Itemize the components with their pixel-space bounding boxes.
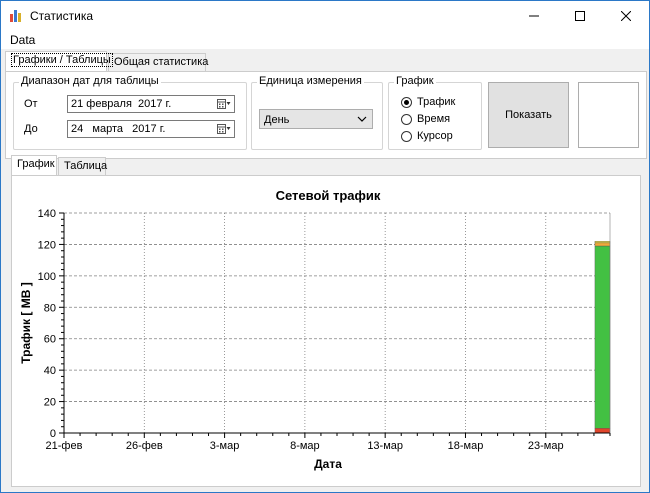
y-tick-label: 120: [38, 239, 56, 251]
tab-general-stats-label: Общая статистика: [114, 56, 209, 68]
x-tick-label: 13-мар: [367, 440, 403, 452]
tab-graph-label: График: [17, 158, 55, 170]
unit-selected-value: День: [264, 114, 290, 126]
y-tick-label: 60: [44, 334, 56, 346]
x-tick-label: 8-мар: [290, 440, 320, 452]
tab-general-stats[interactable]: Общая статистика: [108, 53, 209, 71]
statistics-window: Статистика Data Графики / Таблицы Общая …: [0, 0, 650, 493]
to-date-value: 24 марта 2017 г.: [71, 123, 166, 135]
date-range-group-title: Диапазон дат для таблицы: [19, 75, 161, 87]
calendar-dropdown-icon[interactable]: [217, 98, 231, 110]
window-title: Статистика: [30, 9, 94, 23]
radio-unchecked-icon: [401, 130, 412, 142]
chart-grid: [64, 212, 610, 433]
unit-group-title: Единица измерения: [257, 75, 364, 87]
maximize-button[interactable]: [557, 1, 603, 30]
traffic-chart: Сетевой трафик 0 20 40 60 80 100 120 140 21-фев 2…: [19, 188, 611, 471]
y-tick-label: 40: [44, 365, 56, 377]
unit-group: Единица измерения День: [251, 75, 383, 150]
tab-graph[interactable]: График: [11, 155, 57, 175]
from-date-value: 21 февраля 2017 г.: [71, 98, 172, 110]
calendar-dropdown-icon[interactable]: [217, 123, 231, 135]
title-bar: Статистика: [1, 1, 649, 30]
tab-graphs-tables[interactable]: Графики / Таблицы: [5, 51, 113, 71]
radio-time[interactable]: Время: [401, 113, 450, 125]
menu-bar: Data: [1, 30, 649, 49]
x-tick-label: 23-мар: [528, 440, 564, 452]
bar-segment: [594, 242, 611, 247]
unit-select[interactable]: День: [259, 109, 373, 129]
to-label: До: [24, 123, 38, 135]
y-tick-label: 80: [44, 302, 56, 314]
show-button[interactable]: Показать: [488, 82, 569, 148]
graph-type-group: График Трафик Время Курсор: [388, 75, 482, 150]
maximize-icon: [575, 10, 585, 21]
minimize-button[interactable]: [511, 1, 557, 30]
chart-panel: Сетевой трафик 0 20 40 60 80 100 120 140 21-фев 2…: [11, 175, 641, 487]
close-button[interactable]: [603, 1, 649, 30]
tab-table-label: Таблица: [64, 160, 108, 172]
x-tick-label: 26-фев: [126, 440, 163, 452]
empty-panel: [578, 82, 639, 148]
bar-segment: [594, 245, 611, 429]
x-tick-label: 18-мар: [448, 440, 484, 452]
radio-checked-icon: [401, 96, 412, 108]
y-axis-label: Трафик [ МВ ]: [19, 282, 33, 363]
radio-time-label: Время: [417, 113, 451, 125]
controls-panel: Диапазон дат для таблицы От 21 февраля 2…: [5, 71, 647, 159]
y-tick-label: 140: [38, 208, 56, 220]
chart-app-icon: [10, 10, 21, 22]
y-tick-label: 100: [38, 271, 56, 283]
x-tick-label: 3-мар: [210, 440, 240, 452]
menu-data[interactable]: Data: [10, 33, 35, 47]
y-tick-label: 0: [50, 428, 56, 440]
x-axis-label: Дата: [314, 457, 342, 471]
chart-title: Сетевой трафик: [276, 188, 381, 203]
to-date-picker[interactable]: 24 марта 2017 г.: [67, 120, 235, 138]
x-tick-label: 21-фев: [46, 440, 83, 452]
radio-traffic[interactable]: Трафик: [401, 96, 455, 108]
graph-type-group-title: График: [394, 75, 436, 87]
chart-bars: [594, 241, 611, 434]
radio-unchecked-icon: [401, 113, 412, 125]
date-range-group: Диапазон дат для таблицы От 21 февраля 2…: [13, 75, 247, 150]
y-tick-label: 20: [44, 397, 56, 409]
radio-cursor[interactable]: Курсор: [401, 130, 453, 142]
bar-segment: [594, 428, 611, 434]
bar-segment: [594, 241, 611, 244]
close-icon: [621, 10, 631, 21]
from-date-picker[interactable]: 21 февраля 2017 г.: [67, 95, 235, 113]
chevron-down-icon: [357, 116, 367, 122]
tab-graphs-tables-label: Графики / Таблицы: [11, 53, 113, 67]
from-label: От: [24, 98, 38, 110]
minimize-icon: [529, 15, 539, 16]
tab-table[interactable]: Таблица: [58, 157, 108, 175]
radio-traffic-label: Трафик: [417, 96, 456, 108]
radio-cursor-label: Курсор: [417, 130, 453, 142]
